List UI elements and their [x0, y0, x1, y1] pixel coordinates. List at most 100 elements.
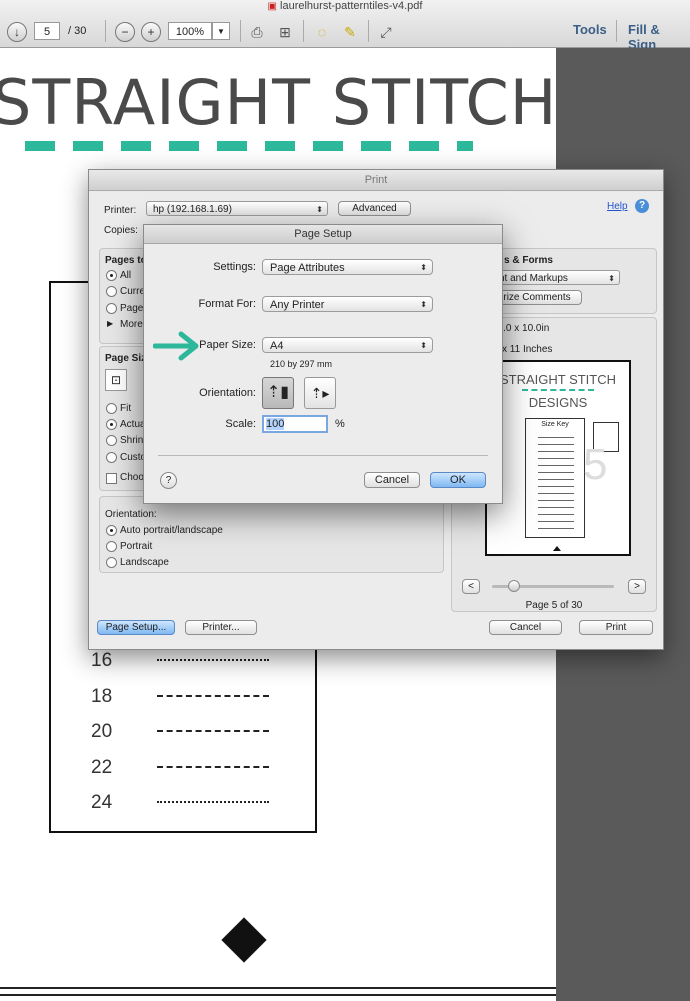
- landscape-icon[interactable]: ⇡▸: [304, 377, 336, 409]
- key-stitch-line: [157, 801, 269, 803]
- toolbar-separator: [105, 20, 106, 42]
- toolbar-separator: [616, 20, 617, 42]
- pdf-icon: ▣: [267, 1, 277, 12]
- preview-slider-thumb[interactable]: [508, 580, 520, 592]
- key-stitch-line: [157, 766, 269, 768]
- key-size: 16: [91, 650, 113, 671]
- size-mode-icon[interactable]: ⊡: [105, 369, 127, 391]
- pages-range-radio[interactable]: [106, 303, 117, 314]
- preview-page-number: 5: [583, 440, 608, 489]
- comments-forms-heading: s & Forms: [504, 255, 553, 266]
- zoom-out-icon[interactable]: −: [115, 22, 135, 42]
- accent-dash: [169, 141, 199, 151]
- accent-dash: [217, 141, 247, 151]
- key-size: 24: [91, 792, 113, 813]
- portrait-radio[interactable]: [106, 541, 117, 552]
- preview-size-key: Size Key: [541, 421, 569, 428]
- sheet-divider: [158, 455, 488, 456]
- help-icon[interactable]: ?: [160, 472, 177, 489]
- paper-dimensions: 210 by 297 mm: [270, 359, 333, 369]
- ok-button[interactable]: OK: [430, 472, 486, 488]
- shrink-radio[interactable]: [106, 435, 117, 446]
- zoom-in-icon[interactable]: +: [141, 22, 161, 42]
- zoom-dropdown-icon[interactable]: ▼: [212, 22, 230, 40]
- pages-option: Curre: [120, 286, 146, 297]
- more-options[interactable]: More: [120, 319, 143, 330]
- comments-value: nt and Markups: [499, 273, 568, 284]
- help-link[interactable]: Help: [607, 201, 628, 212]
- sizing-option: Fit: [120, 403, 132, 414]
- chevron-updown-icon: ⬍: [316, 205, 323, 214]
- key-size: 22: [91, 757, 113, 778]
- toolbar-separator: [240, 20, 241, 42]
- disclosure-triangle-icon[interactable]: ▶: [107, 319, 113, 328]
- preview-key-box: Size Key: [525, 418, 585, 538]
- accent-dash: [265, 141, 295, 151]
- portrait-icon[interactable]: ⇡▮: [262, 377, 294, 409]
- page-number-input[interactable]: 5: [34, 22, 60, 40]
- summarize-comments-button[interactable]: rize Comments: [492, 290, 582, 305]
- key-stitch-line: [157, 695, 269, 697]
- chevron-updown-icon: ⬍: [420, 341, 427, 350]
- pages-current-radio[interactable]: [106, 286, 117, 297]
- pages-heading: Pages to: [105, 255, 147, 266]
- advanced-button[interactable]: Advanced: [338, 201, 411, 216]
- zoom-input[interactable]: 100%: [168, 22, 212, 40]
- printer-select[interactable]: hp (192.168.1.69) ⬍: [146, 201, 328, 216]
- tools-button[interactable]: Tools: [573, 22, 607, 37]
- accent-dash: [313, 141, 343, 151]
- prev-page-button[interactable]: <: [462, 579, 480, 594]
- scale-label: Scale:: [225, 418, 256, 430]
- page-setup-title: Page Setup: [144, 225, 502, 244]
- help-icon[interactable]: ?: [635, 199, 649, 213]
- actual-size-radio[interactable]: [106, 419, 117, 430]
- page-down-icon[interactable]: ↓: [7, 22, 27, 42]
- preview-subtitle: DESIGNS: [528, 395, 588, 410]
- fit-radio[interactable]: [106, 403, 117, 414]
- format-for-value: Any Printer: [270, 299, 325, 311]
- format-for-select[interactable]: Any Printer ⬍: [262, 296, 433, 312]
- printer-button[interactable]: Printer...: [185, 620, 257, 635]
- page-setup-button[interactable]: Page Setup...: [97, 620, 175, 635]
- expand-icon[interactable]: ⤢: [376, 22, 396, 42]
- preview-title: STRAIGHT STITCH: [499, 372, 617, 387]
- key-stitch-line: [157, 659, 269, 661]
- auto-orientation-radio[interactable]: [106, 525, 117, 536]
- preview-marker: [553, 546, 561, 551]
- choose-paper-checkbox[interactable]: [106, 473, 117, 484]
- window-title: laurelhurst-patterntiles-v4.pdf: [280, 0, 423, 12]
- custom-radio[interactable]: [106, 452, 117, 463]
- window-title-bar: ▣ laurelhurst-patterntiles-v4.pdf: [0, 0, 690, 15]
- pages-option: All: [120, 270, 132, 281]
- paper-size-select[interactable]: A4 ⬍: [262, 337, 433, 353]
- orientation-option: Landscape: [120, 557, 169, 568]
- settings-select[interactable]: Page Attributes ⬍: [262, 259, 433, 275]
- save-icon[interactable]: ⊞: [275, 22, 295, 42]
- app-toolbar: ▣ laurelhurst-patterntiles-v4.pdf ↓ 5 / …: [0, 0, 690, 52]
- key-size: 18: [91, 686, 113, 707]
- page-divider: [0, 994, 556, 996]
- accent-dash: [25, 141, 55, 151]
- cancel-button[interactable]: Cancel: [364, 472, 420, 488]
- accent-dash: [361, 141, 391, 151]
- sign-icon[interactable]: ✎: [340, 22, 360, 42]
- cancel-button[interactable]: Cancel: [489, 620, 562, 635]
- accent-dash: [457, 141, 473, 151]
- orientation-heading: Orientation:: [105, 509, 157, 520]
- copies-label: Copies:: [104, 225, 138, 236]
- sizing-option: Actua: [120, 419, 146, 430]
- comments-select[interactable]: nt and Markups ⬍: [492, 270, 620, 285]
- print-button[interactable]: Print: [579, 620, 653, 635]
- next-page-button[interactable]: >: [628, 579, 646, 594]
- scale-input[interactable]: 100: [262, 415, 328, 433]
- teal-arrow-icon: [153, 331, 199, 361]
- page-heading: STRAIGHT STITCH: [0, 66, 558, 139]
- comment-icon[interactable]: ◌: [312, 22, 332, 42]
- print-icon[interactable]: ⎙: [247, 22, 267, 42]
- key-stitch-line: [157, 730, 269, 732]
- landscape-radio[interactable]: [106, 557, 117, 568]
- page-divider: [0, 987, 556, 989]
- pages-all-radio[interactable]: [106, 270, 117, 281]
- accent-dash: [121, 141, 151, 151]
- page-total: / 30: [68, 25, 87, 37]
